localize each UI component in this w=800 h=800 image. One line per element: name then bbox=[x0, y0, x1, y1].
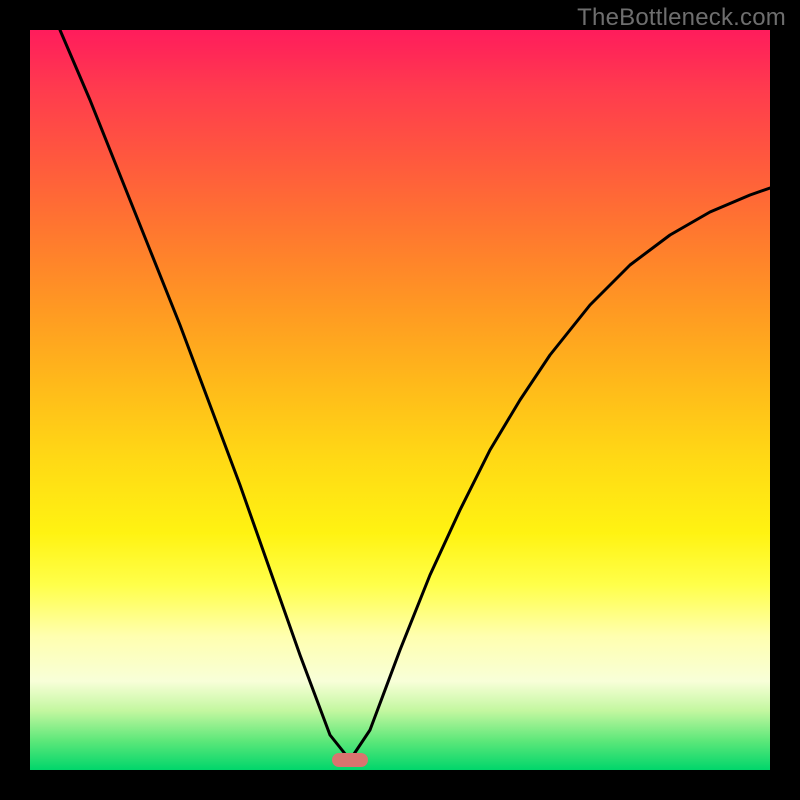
bottleneck-curve bbox=[30, 30, 770, 770]
plot-area bbox=[30, 30, 770, 770]
chart-frame: TheBottleneck.com bbox=[0, 0, 800, 800]
minimum-marker bbox=[332, 753, 368, 767]
watermark-text: TheBottleneck.com bbox=[577, 4, 786, 32]
